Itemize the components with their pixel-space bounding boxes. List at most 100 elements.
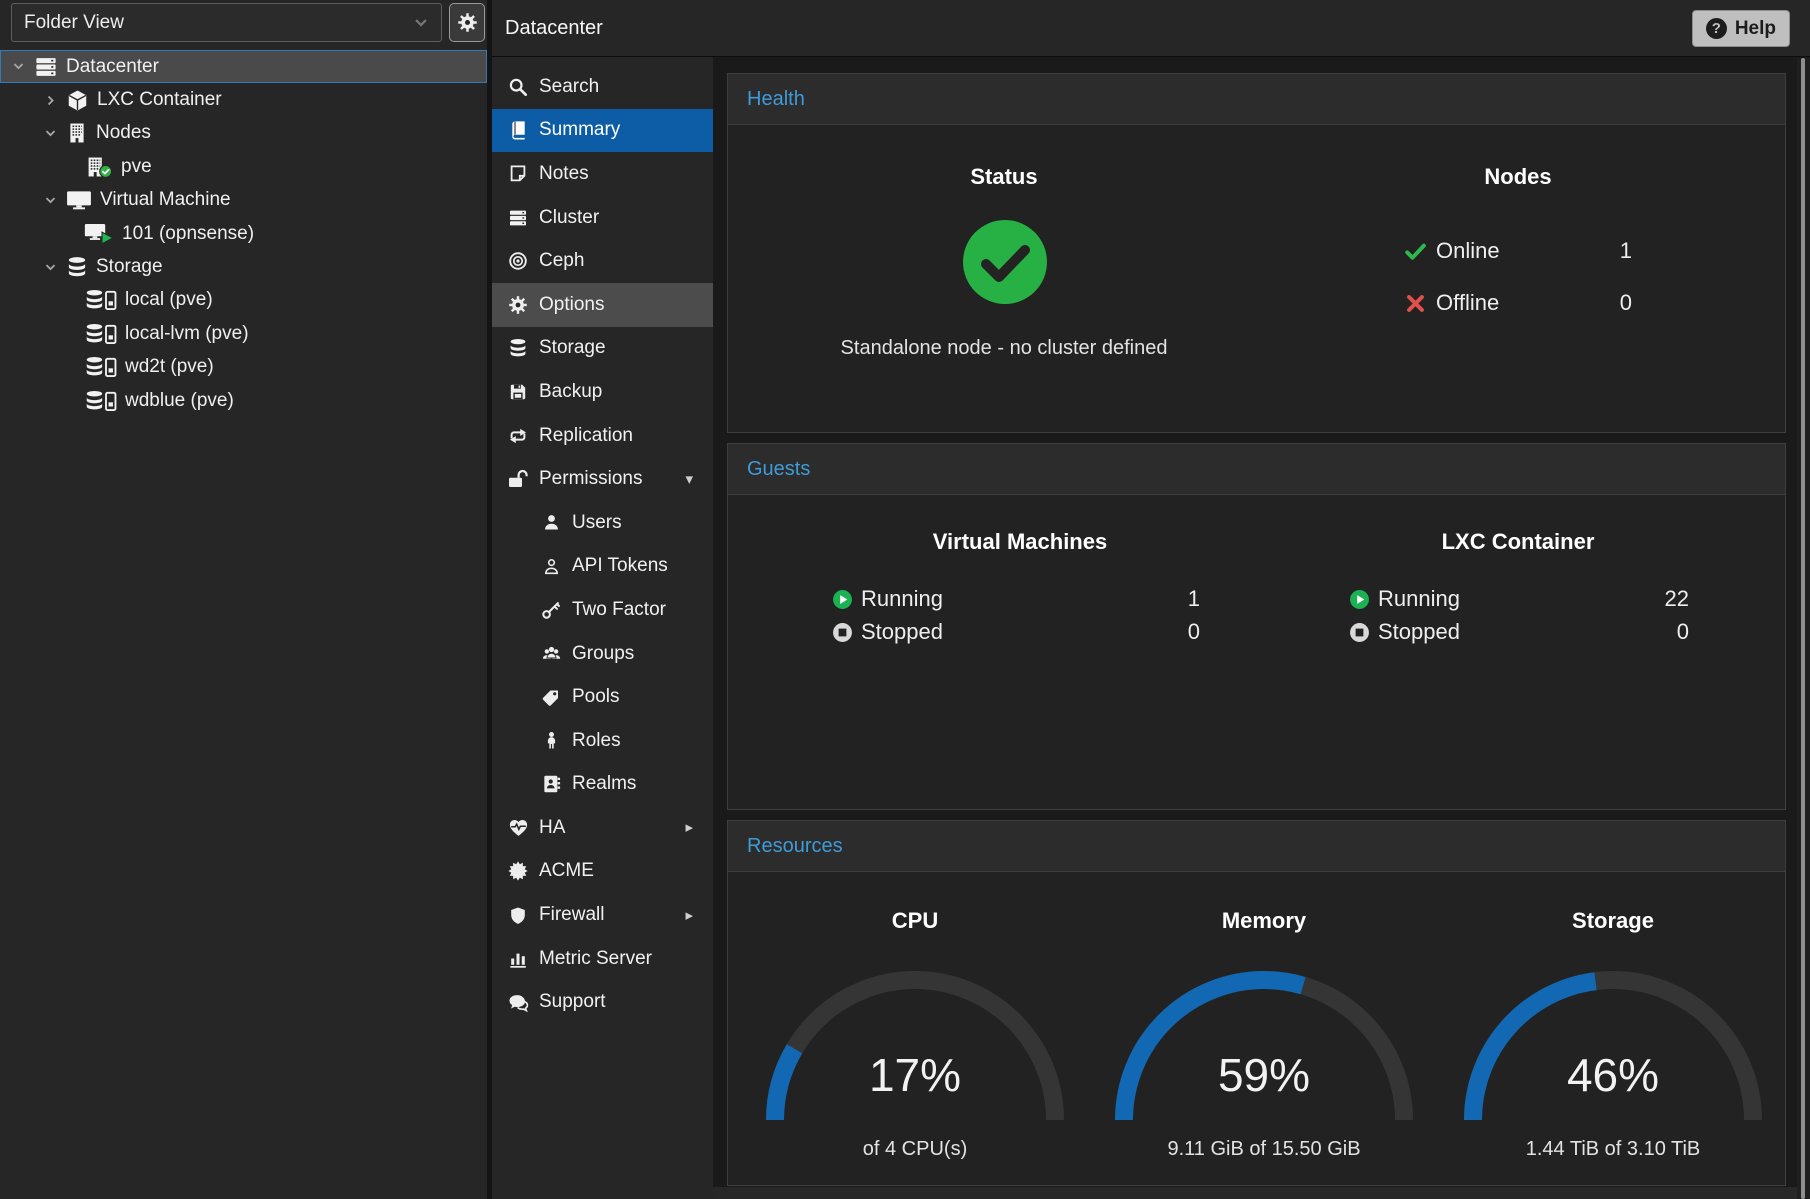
menu-item-search[interactable]: Search <box>492 65 713 109</box>
menu-item-notes[interactable]: Notes <box>492 152 713 196</box>
tree-header: Folder View <box>0 0 487 49</box>
horizontal-scroll-strip[interactable] <box>713 1187 1810 1199</box>
check-icon <box>1404 240 1427 263</box>
tree-settings-button[interactable] <box>449 3 485 42</box>
scrollbar-thumb[interactable] <box>1801 58 1805 1199</box>
database-icon <box>506 338 530 358</box>
building-icon <box>66 122 88 144</box>
memory-caption: 9.11 GiB of 15.50 GiB <box>1104 1138 1424 1161</box>
menu-item-pools[interactable]: Pools <box>492 675 713 719</box>
menu-item-support[interactable]: Support <box>492 980 713 1024</box>
play-circle-icon <box>1349 589 1370 610</box>
tree-item-lxc-container[interactable]: LXC Container <box>0 83 487 116</box>
storage-disk-icon <box>84 289 117 311</box>
tree-item-nodes[interactable]: Nodes <box>0 117 487 150</box>
menu-item-metric-server[interactable]: Metric Server <box>492 937 713 981</box>
person-icon <box>539 731 563 750</box>
menu-item-backup[interactable]: Backup <box>492 370 713 414</box>
tag-icon <box>539 687 563 707</box>
tree-item-storage-wdblue[interactable]: wdblue (pve) <box>0 384 487 417</box>
menu-item-acme[interactable]: ACME <box>492 850 713 894</box>
online-label: Online <box>1436 238 1500 264</box>
tree-item-storage-local-lvm[interactable]: local-lvm (pve) <box>0 317 487 350</box>
storage-percent: 46% <box>1453 1048 1773 1102</box>
resources-panel-title: Resources <box>728 821 1785 872</box>
caret-down-icon: ▾ <box>685 472 693 487</box>
seal-icon <box>506 861 530 881</box>
vm-column-title: Virtual Machines <box>933 529 1107 555</box>
menu-item-cluster[interactable]: Cluster <box>492 196 713 240</box>
monitor-icon <box>66 189 92 211</box>
menu-item-users[interactable]: Users <box>492 501 713 545</box>
nodes-column-title: Nodes <box>1484 164 1551 190</box>
server-stack-icon <box>34 55 58 79</box>
menu-item-realms[interactable]: Realms <box>492 763 713 807</box>
menu-item-groups[interactable]: Groups <box>492 632 713 676</box>
tree-item-pve[interactable]: pve <box>0 150 487 183</box>
unlock-icon <box>506 469 530 489</box>
storage-disk-icon <box>84 356 117 378</box>
resources-panel: Resources CPU 17% of 4 CPU(s) Memory <box>727 820 1786 1186</box>
ceph-icon <box>506 251 530 271</box>
tree-item-vm-101[interactable]: 101 (opnsense) <box>0 217 487 250</box>
expander-down-icon[interactable] <box>12 60 34 73</box>
storage-disk-icon <box>84 323 117 345</box>
menu-item-roles[interactable]: Roles <box>492 719 713 763</box>
vm-stopped-count: 0 <box>1188 619 1200 645</box>
tree-item-storage[interactable]: Storage <box>0 250 487 283</box>
tree-item-label: Virtual Machine <box>100 189 231 211</box>
menu-item-summary[interactable]: Summary <box>492 109 713 153</box>
tree-item-virtual-machine[interactable]: Virtual Machine <box>0 184 487 217</box>
tree-item-storage-local[interactable]: local (pve) <box>0 284 487 317</box>
guests-panel-title: Guests <box>728 444 1785 495</box>
vm-stopped-row: Stopped 0 <box>832 619 1200 645</box>
key-icon <box>539 600 563 620</box>
floppy-icon <box>506 382 530 402</box>
caret-right-icon: ▸ <box>685 908 693 923</box>
expander-down-icon[interactable] <box>44 127 66 140</box>
expander-down-icon[interactable] <box>44 261 66 274</box>
tree-item-label: wd2t (pve) <box>125 356 214 378</box>
menu-item-options[interactable]: Options <box>492 283 713 327</box>
stop-circle-icon <box>1349 622 1370 643</box>
cube-icon <box>66 89 89 112</box>
node-online-icon <box>84 156 113 178</box>
menu-item-replication[interactable]: Replication <box>492 414 713 458</box>
menu-item-storage[interactable]: Storage <box>492 327 713 371</box>
book-icon <box>506 120 530 140</box>
menu-item-firewall[interactable]: Firewall ▸ <box>492 893 713 937</box>
status-column-title: Status <box>970 164 1037 190</box>
tree-item-storage-wd2t[interactable]: wd2t (pve) <box>0 351 487 384</box>
tree-item-datacenter[interactable]: Datacenter <box>0 50 487 83</box>
health-panel-title: Health <box>728 74 1785 125</box>
tree-item-label: 101 (opnsense) <box>122 223 254 245</box>
expander-right-icon[interactable] <box>44 94 66 107</box>
guests-panel: Guests Virtual Machines LXC Container Ru… <box>727 443 1786 810</box>
user-group-icon <box>539 643 563 664</box>
help-button[interactable]: ? Help <box>1692 10 1790 47</box>
expander-down-icon[interactable] <box>44 194 66 207</box>
shield-icon <box>506 906 530 925</box>
content-header-bar: Datacenter ? Help <box>492 0 1810 57</box>
nodes-offline-row: Offline 0 <box>1404 290 1632 316</box>
bar-chart-icon <box>506 949 530 969</box>
menu-item-ceph[interactable]: Ceph <box>492 239 713 283</box>
menu-item-two-factor[interactable]: Two Factor <box>492 588 713 632</box>
menu-item-api-tokens[interactable]: API Tokens <box>492 545 713 589</box>
lxc-running-count: 22 <box>1665 586 1689 612</box>
cpu-gauge: CPU 17% of 4 CPU(s) <box>755 872 1075 1185</box>
view-mode-select[interactable]: Folder View <box>11 3 442 42</box>
tree-item-label: wdblue (pve) <box>125 390 234 412</box>
vm-running-count: 1 <box>1188 586 1200 612</box>
menu-item-permissions[interactable]: Permissions ▾ <box>492 457 713 501</box>
cross-icon <box>1404 292 1427 315</box>
tree-item-label: Datacenter <box>66 56 159 78</box>
vertical-scrollbar[interactable] <box>1797 58 1810 1199</box>
health-panel: Health Status Nodes Standalone node - no… <box>727 73 1786 433</box>
view-mode-label: Folder View <box>24 12 124 34</box>
comments-icon <box>506 992 530 1013</box>
menu-item-ha[interactable]: HA ▸ <box>492 806 713 850</box>
search-icon <box>506 77 530 97</box>
storage-caption: 1.44 TiB of 3.10 TiB <box>1453 1138 1773 1161</box>
tree-item-label: Nodes <box>96 122 151 144</box>
